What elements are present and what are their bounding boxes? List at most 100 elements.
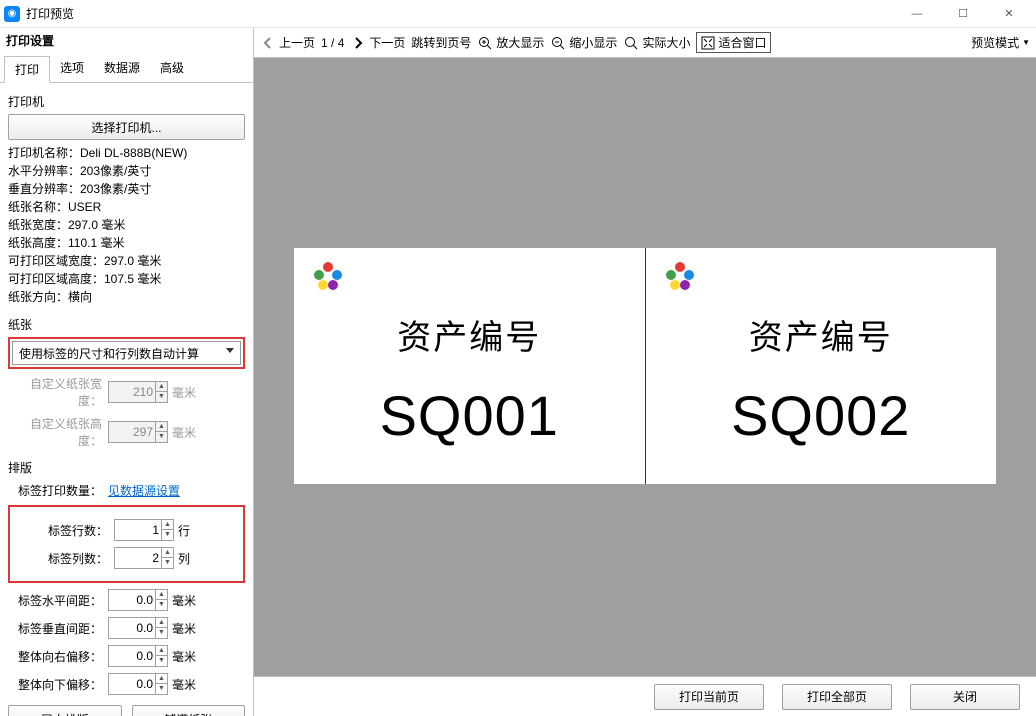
- arrow-left-icon: [260, 35, 276, 51]
- tab-print[interactable]: 打印: [4, 56, 50, 83]
- custom-height-value: 297: [133, 425, 153, 439]
- prev-page-button[interactable]: 上一页: [260, 34, 315, 51]
- spin-up-icon: ▲: [155, 422, 167, 432]
- mm-unit: 毫米: [172, 676, 196, 693]
- hgap-input[interactable]: 0.0 ▲▼: [108, 589, 168, 611]
- panel-header: 打印设置: [0, 28, 253, 53]
- next-page-label: 下一页: [369, 34, 405, 51]
- preview-area: 上一页 1 / 4 下一页 跳转到页号 放大显示 缩小显示 实际大小: [254, 28, 1036, 716]
- printer-name: 打印机名称：Deli DL-888B(NEW): [8, 144, 245, 162]
- print-current-page-button[interactable]: 打印当前页: [654, 684, 764, 710]
- doff-label: 整体向下偏移：: [8, 676, 108, 693]
- custom-height-input: 297 ▲▼: [108, 421, 168, 443]
- rows-cols-highlight: 标签行数： 1 ▲▼ 行 标签列数： 2 ▲▼ 列: [8, 505, 245, 583]
- zoom-in-button[interactable]: 放大显示: [477, 34, 544, 51]
- roff-value: 0.0: [136, 649, 153, 663]
- paper-combo-value: 使用标签的尺寸和行列数自动计算: [19, 345, 199, 362]
- printer-vres: 垂直分辨率：203像素/英寸: [8, 180, 245, 198]
- paper-size-combo[interactable]: 使用标签的尺寸和行列数自动计算: [12, 341, 241, 365]
- printer-section-title: 打印机: [8, 93, 245, 110]
- spin-down-icon[interactable]: ▼: [155, 600, 167, 610]
- spin-down-icon: ▼: [155, 392, 167, 402]
- page-count: 1 / 4: [321, 36, 344, 50]
- preview-mode-label: 预览模式: [971, 34, 1019, 51]
- label-heading-1: 资产编号: [397, 310, 541, 359]
- close-button[interactable]: 关闭: [910, 684, 1020, 710]
- cols-value: 2: [152, 551, 159, 565]
- spin-up-icon[interactable]: ▲: [155, 618, 167, 628]
- datasource-link[interactable]: 见数据源设置: [108, 482, 180, 499]
- paper-height: 纸张高度：110.1 毫米: [8, 234, 245, 252]
- spin-down-icon[interactable]: ▼: [155, 628, 167, 638]
- close-window-button[interactable]: ✕: [986, 0, 1032, 28]
- spin-up-icon[interactable]: ▲: [161, 520, 173, 530]
- titlebar: ◉ 打印预览 — ☐ ✕: [0, 0, 1036, 28]
- next-page-button[interactable]: 下一页: [350, 34, 405, 51]
- actual-size-icon: [623, 35, 639, 51]
- spin-down-icon[interactable]: ▼: [161, 530, 173, 540]
- window-title: 打印预览: [26, 5, 894, 22]
- custom-height-label: 自定义纸张高度：: [8, 415, 108, 449]
- vgap-label: 标签垂直间距：: [8, 620, 108, 637]
- printer-hres: 水平分辨率：203像素/英寸: [8, 162, 245, 180]
- printer-info: 打印机名称：Deli DL-888B(NEW) 水平分辨率：203像素/英寸 垂…: [8, 144, 245, 306]
- paper-width: 纸张宽度：297.0 毫米: [8, 216, 245, 234]
- fill-paper-button[interactable]: 铺满纸张: [132, 705, 246, 716]
- tab-options[interactable]: 选项: [50, 55, 94, 82]
- roff-input[interactable]: 0.0 ▲▼: [108, 645, 168, 667]
- paper-name: 纸张名称：USER: [8, 198, 245, 216]
- paper-orient: 纸张方向：横向: [8, 288, 245, 306]
- actual-size-button[interactable]: 实际大小: [623, 34, 690, 51]
- spin-down-icon[interactable]: ▼: [161, 558, 173, 568]
- rows-input[interactable]: 1 ▲▼: [114, 519, 174, 541]
- vgap-input[interactable]: 0.0 ▲▼: [108, 617, 168, 639]
- arrow-right-icon: [350, 35, 366, 51]
- label-card-1: 资产编号 SQ001: [294, 248, 646, 484]
- bottom-toolbar: 打印当前页 打印全部页 关闭: [254, 676, 1036, 716]
- rows-label: 标签行数：: [14, 522, 114, 539]
- label-code-1: SQ001: [380, 383, 559, 448]
- color-logo-icon: [314, 262, 342, 290]
- jump-to-page-button[interactable]: 跳转到页号: [411, 34, 471, 51]
- print-count-label: 标签打印数量：: [8, 482, 108, 499]
- custom-width-value: 210: [133, 385, 153, 399]
- app-icon: ◉: [4, 6, 20, 22]
- printable-width: 可打印区域宽度：297.0 毫米: [8, 252, 245, 270]
- settings-panel: 打印设置 打印 选项 数据源 高级 打印机 选择打印机... 打印机名称：Del…: [0, 28, 254, 716]
- spin-up-icon[interactable]: ▲: [155, 674, 167, 684]
- zoom-in-label: 放大显示: [496, 34, 544, 51]
- spin-up-icon[interactable]: ▲: [155, 646, 167, 656]
- spin-up-icon[interactable]: ▲: [161, 548, 173, 558]
- spin-up-icon: ▲: [155, 382, 167, 392]
- mm-unit: 毫米: [172, 620, 196, 637]
- spin-down-icon[interactable]: ▼: [155, 684, 167, 694]
- doff-input[interactable]: 0.0 ▲▼: [108, 673, 168, 695]
- spin-down-icon: ▼: [155, 432, 167, 442]
- tab-datasource[interactable]: 数据源: [94, 55, 150, 82]
- prev-page-label: 上一页: [279, 34, 315, 51]
- label-code-2: SQ002: [731, 383, 910, 448]
- actual-size-label: 实际大小: [642, 34, 690, 51]
- center-layout-button[interactable]: 居中排版: [8, 705, 122, 716]
- tab-advanced[interactable]: 高级: [150, 55, 194, 82]
- zoom-in-icon: [477, 35, 493, 51]
- fit-window-button[interactable]: 适合窗口: [696, 32, 771, 53]
- zoom-out-button[interactable]: 缩小显示: [550, 34, 617, 51]
- labels-row: 资产编号 SQ001 资产编号 SQ002: [294, 248, 996, 484]
- print-all-pages-button[interactable]: 打印全部页: [782, 684, 892, 710]
- cols-input[interactable]: 2 ▲▼: [114, 547, 174, 569]
- maximize-button[interactable]: ☐: [940, 0, 986, 28]
- preview-mode-dropdown[interactable]: 预览模式 ▼: [971, 34, 1030, 51]
- select-printer-button[interactable]: 选择打印机...: [8, 114, 245, 140]
- spin-up-icon[interactable]: ▲: [155, 590, 167, 600]
- printable-height: 可打印区域高度：107.5 毫米: [8, 270, 245, 288]
- rows-unit: 行: [178, 522, 190, 539]
- minimize-button[interactable]: —: [894, 0, 940, 28]
- cols-unit: 列: [178, 550, 190, 567]
- mm-unit: 毫米: [172, 424, 196, 441]
- spin-down-icon[interactable]: ▼: [155, 656, 167, 666]
- paper-section-title: 纸张: [8, 316, 245, 333]
- fit-window-label: 适合窗口: [718, 34, 766, 51]
- hgap-label: 标签水平间距：: [8, 592, 108, 609]
- mm-unit: 毫米: [172, 384, 196, 401]
